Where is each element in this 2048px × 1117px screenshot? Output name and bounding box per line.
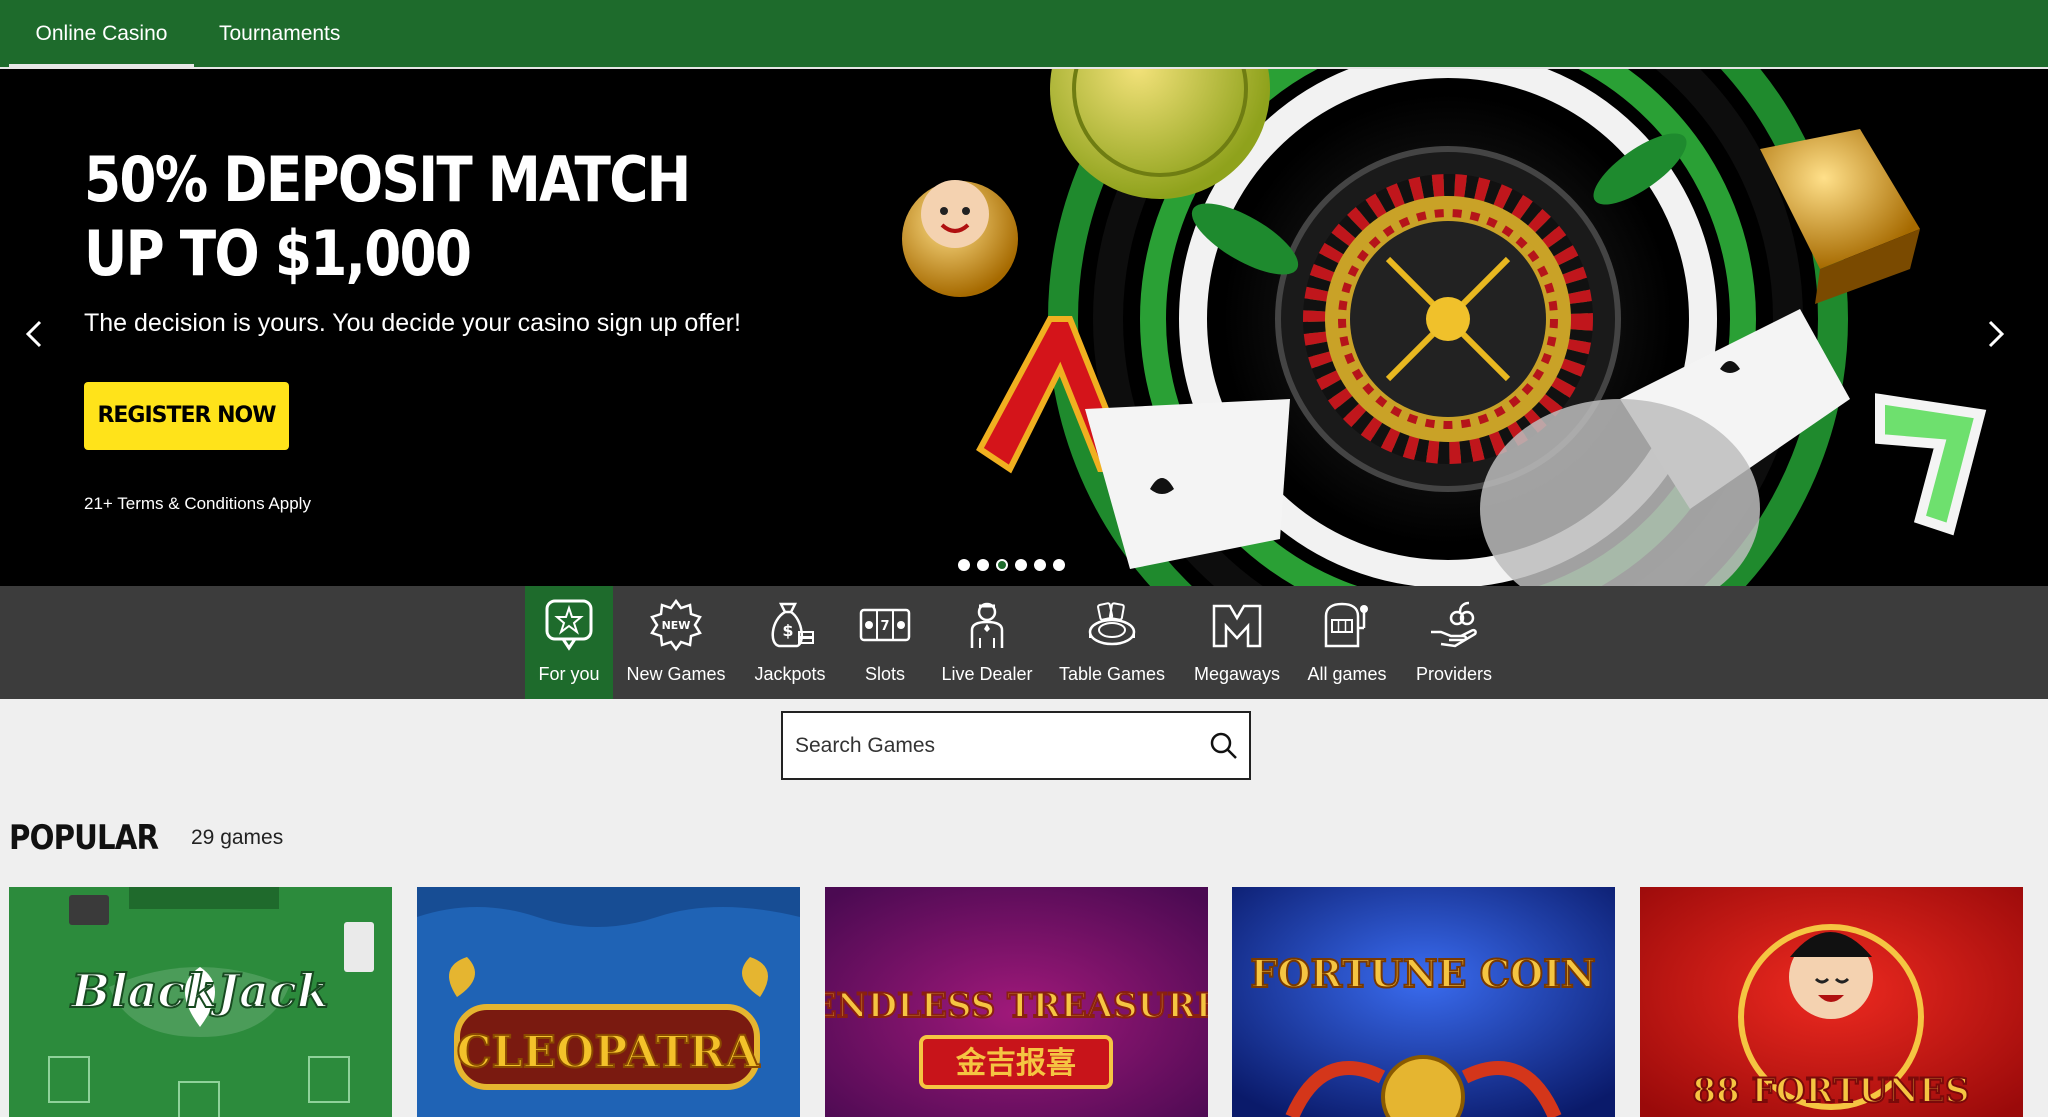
chevron-left-icon	[25, 320, 42, 348]
chevron-right-icon	[1988, 320, 2005, 348]
search-input[interactable]	[795, 713, 1195, 778]
category-label: New Games	[626, 664, 726, 684]
tab-tournaments[interactable]: Tournaments	[219, 0, 340, 67]
slot-machine-icon	[1324, 602, 1368, 648]
category-label: For you	[538, 664, 600, 684]
carousel-next-button[interactable]	[1976, 309, 2016, 359]
new-badge-icon: NEW	[650, 598, 702, 652]
hero-title: 50% DEPOSIT MATCH UP TO $1,000	[84, 143, 691, 290]
hero-roulette-illustration	[902, 69, 1987, 586]
carousel-dot[interactable]	[1034, 559, 1046, 571]
hero-subtitle: The decision is yours. You decide your c…	[84, 309, 741, 337]
game-tile-88-fortunes[interactable]: 88 FORTUNES	[1640, 887, 2023, 1117]
blackjack-thumbnail: BlackJack	[9, 887, 392, 1117]
category-all-games[interactable]: All games	[1298, 586, 1396, 699]
carousel-dot-active[interactable]	[996, 559, 1008, 571]
game-tile-endless-treasure[interactable]: ENDLESS TREASURE 金吉报喜	[825, 887, 1208, 1117]
game-tile-blackjack[interactable]: BlackJack	[9, 887, 392, 1117]
game-title: ENDLESS TREASURE	[825, 986, 1208, 1026]
category-label: Providers	[1415, 664, 1493, 684]
carousel-dots	[958, 559, 1065, 571]
category-slots[interactable]: 7 Slots	[846, 586, 924, 699]
carousel-dot[interactable]	[1053, 559, 1065, 571]
games-count: 29 games	[191, 826, 284, 849]
category-megaways[interactable]: Megaways	[1184, 586, 1290, 699]
top-nav: Online Casino Tournaments	[0, 0, 2048, 69]
providers-hand-icon	[1431, 601, 1477, 648]
category-label: Megaways	[1193, 664, 1281, 684]
carousel-dot[interactable]	[977, 559, 989, 571]
tab-online-casino[interactable]: Online Casino	[9, 0, 194, 69]
hero-banner: 50% DEPOSIT MATCH UP TO $1,000 The decis…	[0, 69, 2048, 586]
category-label: Table Games	[1058, 664, 1166, 684]
roulette-table-icon	[1088, 602, 1136, 646]
carousel-prev-button[interactable]	[14, 309, 54, 359]
search-icon[interactable]	[1209, 731, 1239, 761]
category-providers[interactable]: Providers	[1404, 586, 1504, 699]
megaways-icon	[1212, 604, 1262, 648]
category-label: Slots	[864, 664, 906, 684]
category-jackpots[interactable]: $ Jackpots	[740, 586, 840, 699]
cleopatra-thumbnail: CLEOPATRA	[417, 887, 800, 1117]
section-title: POPULAR	[9, 818, 159, 858]
money-bag-icon: $	[771, 602, 814, 648]
star-bubble-icon	[545, 599, 593, 651]
88-fortunes-thumbnail: 88 FORTUNES	[1640, 887, 2023, 1117]
endless-treasure-thumbnail: ENDLESS TREASURE 金吉报喜	[825, 887, 1208, 1117]
svg-text:$: $	[782, 621, 793, 640]
category-label: Jackpots	[754, 664, 826, 684]
category-for-you[interactable]: For you	[525, 586, 613, 699]
category-new-games[interactable]: NEW New Games	[618, 586, 734, 699]
svg-text:金吉报喜: 金吉报喜	[955, 1046, 1076, 1081]
category-live-dealer[interactable]: Live Dealer	[930, 586, 1044, 699]
category-table-games[interactable]: Table Games	[1052, 586, 1172, 699]
carousel-dot[interactable]	[1015, 559, 1027, 571]
game-tile-fortune-coin[interactable]: FORTUNE COIN	[1232, 887, 1615, 1117]
game-title: FORTUNE COIN	[1250, 951, 1595, 996]
game-title: BlackJack	[69, 964, 329, 1018]
carousel-dot[interactable]	[958, 559, 970, 571]
category-label: Live Dealer	[941, 664, 1033, 684]
svg-text:NEW: NEW	[662, 619, 691, 632]
dealer-icon	[970, 602, 1004, 648]
category-label: All games	[1307, 664, 1387, 684]
game-tile-cleopatra[interactable]: CLEOPATRA	[417, 887, 800, 1117]
register-now-button[interactable]: REGISTER NOW	[84, 382, 289, 450]
terms-link[interactable]: 21+ Terms & Conditions Apply	[84, 494, 311, 514]
slot-reels-icon: 7	[859, 608, 911, 642]
search-box	[781, 711, 1251, 780]
game-title: CLEOPATRA	[457, 1027, 761, 1078]
fortune-coin-thumbnail: FORTUNE COIN	[1232, 887, 1615, 1117]
category-bar: For you NEW New Games $ Jackpots 7 Slots	[0, 586, 2048, 699]
game-title: 88 FORTUNES	[1692, 1071, 1969, 1111]
svg-text:7: 7	[880, 619, 889, 634]
